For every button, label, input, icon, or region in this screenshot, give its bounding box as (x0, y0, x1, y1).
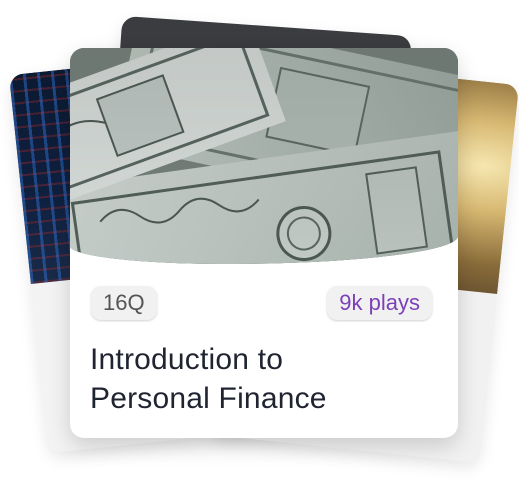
quiz-card[interactable]: 16Q 9k plays Introduction to Personal Fi… (70, 48, 458, 438)
quiz-title: Introduction to Personal Finance (90, 340, 420, 418)
quiz-card-stack: 16Q 9k plays Introduction to Personal Fi… (0, 0, 519, 481)
dollar-bills-image (70, 48, 458, 264)
quiz-title-line-1: Introduction to (90, 343, 284, 376)
question-count-badge: 16Q (91, 286, 157, 320)
quiz-title-line-2: Personal Finance (90, 382, 327, 415)
plays-count-badge: 9k plays (327, 286, 432, 320)
